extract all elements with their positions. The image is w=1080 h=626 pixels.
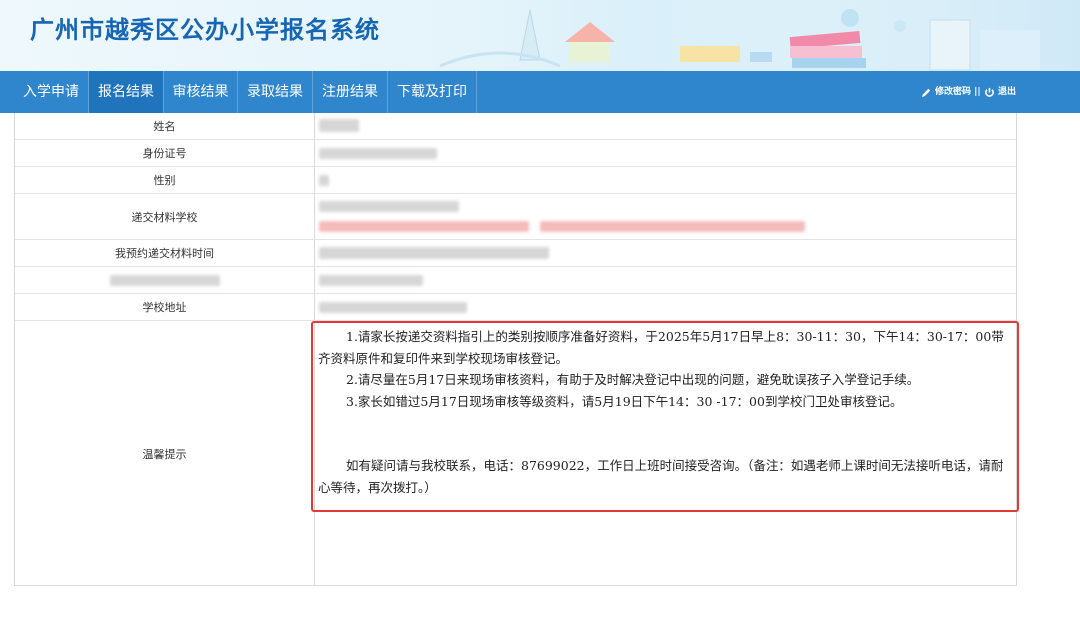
notice-item-2: 2.请尽量在5月17日来现场审核资料，有助于及时解决登记中出现的问题，避免耽误孩…: [346, 372, 920, 387]
label-submission-school: 递交材料学校: [15, 194, 315, 239]
nav-item-admission-result[interactable]: 录取结果: [238, 71, 313, 113]
table-row: [15, 267, 1016, 294]
banner-decoration: [380, 0, 1080, 71]
value-gender: [316, 167, 1016, 193]
header-banner: 广州市越秀区公办小学报名系统: [0, 0, 1080, 71]
value-appointment-time: [316, 240, 1016, 266]
table-row: 学校地址: [15, 294, 1016, 321]
power-icon: [984, 87, 994, 97]
label-obscured: [15, 267, 315, 293]
logout-link[interactable]: 退出: [998, 87, 1016, 97]
notice-item-1: 1.请家长按递交资料指引上的类别按顺序准备好资料，于2025年5月17日早上8：…: [318, 329, 1004, 366]
value-submission-school: [316, 194, 1016, 239]
nav-item-download-print[interactable]: 下载及打印: [388, 71, 477, 113]
value-school-address: [316, 294, 1016, 320]
notice-item-3: 3.家长如错过5月17日现场审核等级资料，请5月19日下午14：30 -17：0…: [346, 393, 903, 409]
separator: ||: [974, 87, 981, 97]
value-obscured: [316, 267, 1016, 293]
nav-item-review-result[interactable]: 审核结果: [164, 71, 238, 113]
table-row: 姓名: [15, 113, 1016, 140]
table-row: 性别: [15, 167, 1016, 194]
nav-item-enrollment-result[interactable]: 注册结果: [313, 71, 388, 113]
notice-text: 1.请家长按递交资料指引上的类别按顺序准备好资料，于2025年5月17日早上8：…: [318, 326, 1008, 498]
nav-item-registration-result[interactable]: 报名结果: [89, 71, 164, 113]
table-row: 递交材料学校: [15, 194, 1016, 240]
change-password-link[interactable]: 修改密码: [935, 87, 971, 97]
label-name: 姓名: [15, 113, 315, 139]
label-id-number: 身份证号: [15, 140, 315, 166]
value-name: [316, 113, 1016, 139]
site-title: 广州市越秀区公办小学报名系统: [30, 16, 380, 44]
label-tips: 温馨提示: [15, 321, 315, 586]
pencil-icon: [921, 88, 930, 97]
main-nav: 入学申请 报名结果 审核结果 录取结果 注册结果 下载及打印 修改密码 || 退…: [0, 71, 1080, 113]
label-appointment-time: 我预约递交材料时间: [15, 240, 315, 266]
value-id-number: [316, 140, 1016, 166]
label-gender: 性别: [15, 167, 315, 193]
notice-contact: 如有疑问请与我校联系，电话：87699022，工作日上班时间接受咨询。（备注：如…: [318, 458, 1004, 495]
table-row: 身份证号: [15, 140, 1016, 167]
nav-item-apply[interactable]: 入学申请: [14, 71, 89, 113]
user-actions: 修改密码 || 退出: [921, 71, 1016, 113]
table-row: 我预约递交材料时间: [15, 240, 1016, 267]
label-school-address: 学校地址: [15, 294, 315, 320]
